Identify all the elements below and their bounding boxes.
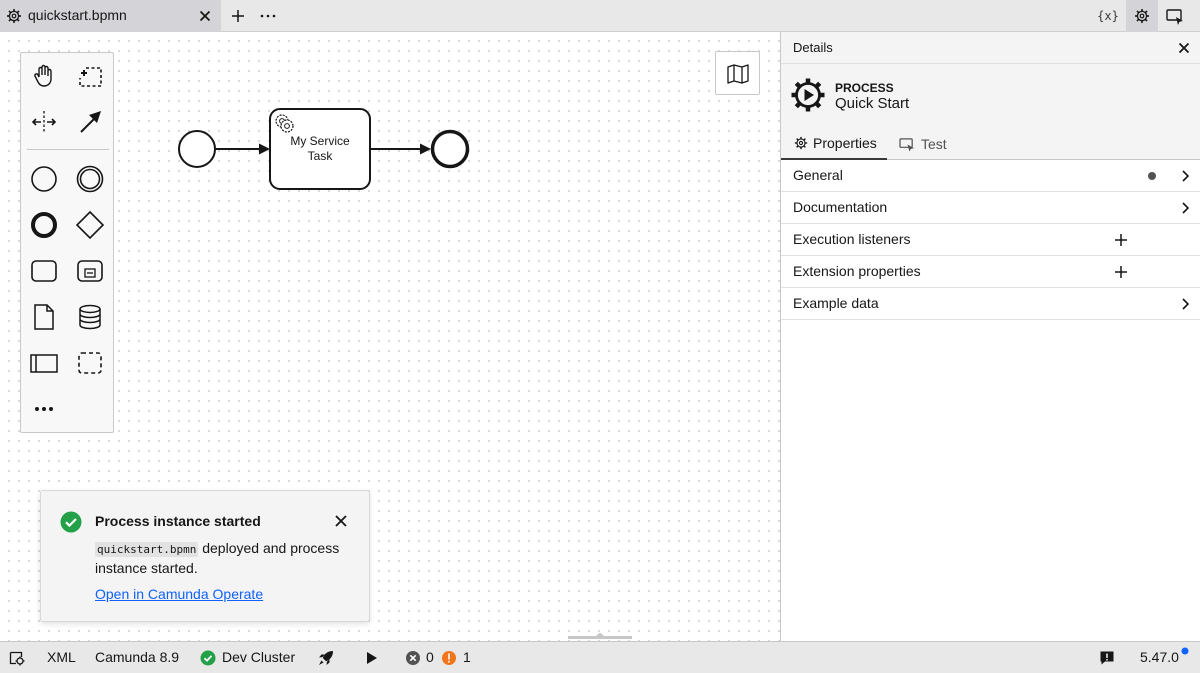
panel-header: Details	[781, 32, 1200, 64]
test-panel-icon[interactable]	[1164, 6, 1186, 26]
close-icon[interactable]	[1176, 40, 1192, 56]
properties-panel: Details PROCESS Quick Start Properties T…	[780, 32, 1200, 641]
cluster-button[interactable]: Dev Cluster	[222, 649, 295, 665]
variables-button[interactable]: {x}	[1094, 6, 1122, 26]
element-type: PROCESS	[835, 81, 894, 95]
add-icon[interactable]	[1113, 264, 1129, 280]
test-icon	[899, 137, 915, 152]
chevron-right-icon	[1182, 170, 1190, 182]
connected-check-icon	[200, 650, 216, 666]
gear-icon	[794, 136, 808, 150]
warning-icon[interactable]	[441, 650, 457, 666]
property-groups: General Documentation Execution listener…	[781, 160, 1200, 320]
element-name: Quick Start	[835, 95, 910, 112]
app-version[interactable]: 5.47.0	[1140, 649, 1179, 665]
status-bar: XML Camunda 8.9 Dev Cluster 0 1 5.47.0	[0, 641, 1200, 673]
open-operate-link[interactable]: Open in Camunda Operate	[95, 586, 263, 602]
group-extension-properties[interactable]: Extension properties	[781, 256, 1200, 288]
chevron-right-icon	[1182, 298, 1190, 310]
group-documentation[interactable]: Documentation	[781, 192, 1200, 224]
add-icon[interactable]	[1113, 232, 1129, 248]
panel-tabs: Properties Test	[781, 128, 1200, 160]
tab-bar: quickstart.bpmn {x}	[0, 0, 1200, 32]
group-label: Example data	[793, 295, 879, 311]
error-icon[interactable]	[405, 650, 421, 666]
error-count: 0	[426, 649, 434, 665]
engine-version-button[interactable]: Camunda 8.9	[95, 649, 179, 665]
tab-quickstart[interactable]: quickstart.bpmn	[0, 0, 221, 32]
notification-message: quickstart.bpmn deployed and process ins…	[95, 539, 355, 577]
start-event[interactable]	[178, 130, 216, 168]
group-execution-listeners[interactable]: Execution listeners	[781, 224, 1200, 256]
gear-icon	[1135, 9, 1149, 23]
group-general[interactable]: General	[781, 160, 1200, 192]
notification-title: Process instance started	[95, 513, 261, 529]
notification-toast: Process instance started quickstart.bpmn…	[40, 490, 370, 622]
more-icon[interactable]	[258, 7, 278, 25]
play-icon[interactable]	[363, 650, 379, 666]
tab-test-label: Test	[921, 136, 947, 152]
service-task-label-line1: My Service	[290, 134, 350, 148]
group-label: Documentation	[793, 199, 888, 215]
end-event[interactable]	[430, 129, 470, 169]
success-check-icon	[60, 511, 82, 533]
group-label: Execution listeners	[793, 231, 911, 247]
process-icon	[791, 78, 825, 112]
warning-count: 1	[463, 649, 471, 665]
tab-label: quickstart.bpmn	[28, 7, 127, 23]
gear-icon	[7, 9, 21, 23]
properties-panel-toggle-button[interactable]	[1126, 0, 1158, 32]
notification-filename: quickstart.bpmn	[95, 542, 199, 557]
rocket-icon[interactable]	[318, 650, 334, 666]
data-marker-dot	[1148, 172, 1156, 180]
bottom-panel-handle[interactable]	[568, 632, 632, 640]
close-icon[interactable]	[196, 7, 214, 25]
feedback-icon[interactable]	[1099, 650, 1115, 666]
xml-button[interactable]: XML	[47, 649, 76, 665]
tab-properties[interactable]: Properties	[781, 128, 887, 160]
chevron-right-icon	[1182, 202, 1190, 214]
service-task-label-line2: Task	[308, 149, 334, 163]
sequence-flow-1[interactable]	[215, 143, 270, 155]
service-task[interactable]: My Service Task	[269, 108, 371, 190]
update-dot-icon	[1181, 647, 1189, 655]
tab-properties-label: Properties	[813, 135, 877, 151]
group-label: General	[793, 167, 843, 183]
tab-test[interactable]: Test	[897, 128, 967, 160]
sequence-flow-2[interactable]	[371, 143, 431, 155]
add-tab-icon[interactable]	[229, 7, 247, 25]
deployment-settings-icon[interactable]	[9, 650, 25, 666]
group-label: Extension properties	[793, 263, 921, 279]
group-example-data[interactable]: Example data	[781, 288, 1200, 320]
panel-title: Details	[793, 40, 833, 55]
close-icon[interactable]	[333, 513, 349, 529]
